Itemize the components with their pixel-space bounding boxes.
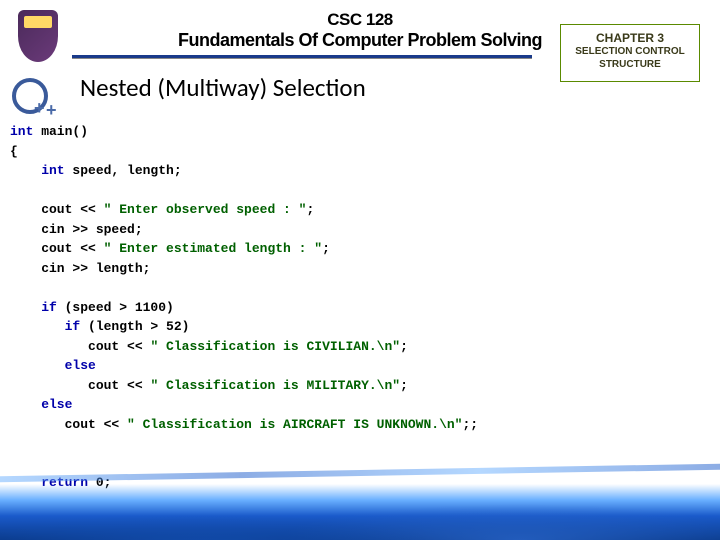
code-string: " Enter observed speed : " bbox=[104, 202, 307, 217]
code-text: ; bbox=[322, 241, 330, 256]
code-text: ; bbox=[400, 378, 408, 393]
code-string: " Enter estimated length : " bbox=[104, 241, 322, 256]
code-keyword: if bbox=[10, 300, 57, 315]
chapter-box: CHAPTER 3 SELECTION CONTROL STRUCTURE bbox=[560, 24, 700, 82]
code-text: cout << bbox=[10, 202, 104, 217]
chapter-title: SELECTION CONTROL STRUCTURE bbox=[561, 45, 699, 71]
slide-title: Nested (Multiway) Selection bbox=[80, 72, 366, 103]
code-text: main() bbox=[33, 124, 88, 139]
code-text: cout << bbox=[10, 378, 150, 393]
header-divider bbox=[72, 55, 532, 59]
code-keyword: else bbox=[10, 397, 72, 412]
chapter-number: CHAPTER 3 bbox=[561, 31, 699, 45]
plus-icon: + bbox=[46, 100, 57, 121]
code-text: ;; bbox=[463, 417, 479, 432]
code-text: cin >> speed; bbox=[10, 222, 143, 237]
cpp-logo: + + bbox=[12, 78, 58, 122]
code-text: (speed > 1100) bbox=[57, 300, 174, 315]
code-string: " Classification is AIRCRAFT IS UNKNOWN.… bbox=[127, 417, 462, 432]
slide-header: + + CSC 128 Fundamentals Of Computer Pro… bbox=[0, 0, 720, 100]
code-string: " Classification is MILITARY.\n" bbox=[150, 378, 400, 393]
code-text: cout << bbox=[10, 241, 104, 256]
code-text: cout << bbox=[10, 339, 150, 354]
plus-icon: + bbox=[34, 98, 45, 119]
code-keyword: int bbox=[10, 163, 65, 178]
code-keyword: else bbox=[10, 358, 96, 373]
code-text: ; bbox=[400, 339, 408, 354]
code-keyword: int bbox=[10, 124, 33, 139]
code-string: " Classification is CIVILIAN.\n" bbox=[150, 339, 400, 354]
code-text: (length > 52) bbox=[80, 319, 189, 334]
code-text: { bbox=[10, 144, 18, 159]
code-text: ; bbox=[306, 202, 314, 217]
code-text: cin >> length; bbox=[10, 261, 150, 276]
code-text: cout << bbox=[10, 417, 127, 432]
code-keyword: if bbox=[10, 319, 80, 334]
code-text: speed, length; bbox=[65, 163, 182, 178]
footer-decoration bbox=[0, 460, 720, 540]
